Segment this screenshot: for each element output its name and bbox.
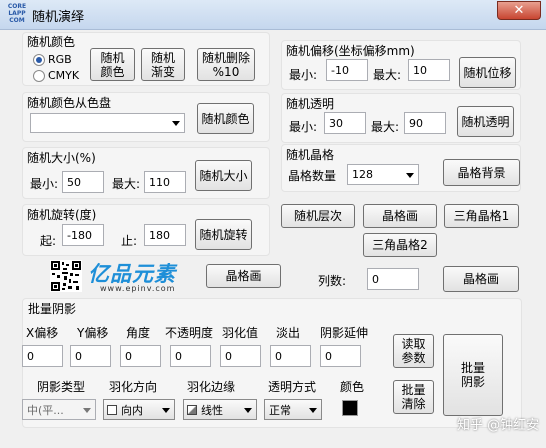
offset-min-input[interactable]: -10 [326,59,368,81]
rgb-radio[interactable] [33,54,45,66]
random-color-button[interactable]: 随机 颜色 [90,48,135,81]
grid-paint-left-button[interactable]: 晶格画 [206,264,281,288]
feather-direction-value: 向内 [121,403,143,417]
random-size-title: 随机大小(%) [27,151,96,165]
cmyk-label: CMYK [48,69,80,82]
random-size-button[interactable]: 随机大小 [195,160,252,191]
window-title: 随机演绎 [32,10,85,25]
rotate-start-label: 起: [40,234,57,248]
shadow-x-offset-input[interactable]: 0 [22,345,63,367]
batch-shadow-button[interactable]: 批量 阴影 [443,334,503,416]
watermark-text: 知乎 @钟红安 [457,418,540,433]
random-color-title: 随机颜色 [27,35,76,49]
palette-select[interactable] [30,113,185,133]
cmyk-radio[interactable] [33,70,45,82]
random-rotate-button[interactable]: 随机旋转 [195,219,252,250]
grid-count-select[interactable]: 128 [347,164,419,185]
chevron-down-icon [172,121,180,126]
shadow-y-offset-label: Y偏移 [77,326,109,340]
shadow-opacity-input[interactable]: 0 [170,345,211,367]
opacity-max-input[interactable]: 90 [404,112,446,134]
shadow-type-value: 中(平... [27,403,64,417]
rotate-end-input[interactable]: 180 [144,224,186,246]
random-opacity-title: 随机透明 [286,97,335,111]
shadow-feather-label: 羽化值 [222,326,259,340]
random-delete-button[interactable]: 随机删除 %10 [197,48,255,81]
random-opacity-button[interactable]: 随机透明 [457,106,514,137]
random-grid-title: 随机晶格 [286,148,335,162]
shadow-angle-input[interactable]: 0 [120,345,161,367]
rotate-start-input[interactable]: -180 [62,224,104,246]
chevron-down-icon [162,407,170,413]
shadow-type-label: 阴影类型 [37,380,86,394]
triangle-grid-1-button[interactable]: 三角晶格1 [444,204,519,228]
grid-paint-right-button[interactable]: 晶格画 [443,266,519,292]
shadow-opacity-label: 不透明度 [165,326,214,340]
shadow-color-swatch[interactable] [342,400,358,416]
grid-count-value: 128 [352,168,373,181]
palette-color-title: 随机颜色从色盘 [27,96,112,110]
offset-min-label: 最小: [289,68,318,82]
size-min-label: 最小: [30,177,59,191]
app-logo-icon: CORE LAPP COM [7,3,27,24]
transparency-mode-value: 正常 [269,403,291,417]
chevron-down-icon [244,407,252,413]
feather-direction-icon [107,404,117,415]
qr-code-icon [50,260,82,292]
palette-color-button[interactable]: 随机颜色 [197,103,254,134]
close-button[interactable]: ✕ [497,1,541,20]
opacity-max-label: 最大: [371,120,400,134]
feather-edge-label: 羽化边缘 [187,380,236,394]
brand-logo-url: www.epinv.com [100,284,176,293]
columns-input[interactable]: 0 [367,268,419,290]
shadow-feather-input[interactable]: 0 [220,345,261,367]
opacity-min-input[interactable]: 30 [324,112,366,134]
offset-max-input[interactable]: 10 [408,59,450,81]
grid-background-button[interactable]: 晶格背景 [443,159,520,186]
random-gradient-button[interactable]: 随机 渐变 [141,48,185,81]
size-max-label: 最大: [112,177,141,191]
random-rotate-title: 随机旋转(度) [27,208,97,222]
feather-edge-value: 线性 [201,403,223,417]
feather-edge-select[interactable]: 线性 [183,399,257,420]
title-bar: CORE LAPP COM 随机演绎 ✕ [0,0,546,30]
shadow-angle-label: 角度 [126,326,151,340]
offset-max-label: 最大: [373,68,402,82]
shadow-type-select[interactable]: 中(平... [22,399,96,420]
feather-direction-label: 羽化方向 [109,380,158,394]
batch-clear-button[interactable]: 批量 清除 [393,380,434,414]
triangle-grid-2-button[interactable]: 三角晶格2 [363,233,437,257]
shadow-fade-input[interactable]: 0 [270,345,311,367]
size-max-input[interactable]: 110 [144,171,186,193]
random-offset-title: 随机偏移(坐标偏移mm) [286,44,415,58]
shadow-fade-label: 淡出 [276,326,301,340]
read-params-button[interactable]: 读取 参数 [393,334,434,368]
rgb-label: RGB [48,53,72,66]
batch-shadow-title: 批量阴影 [28,302,77,316]
shadow-y-offset-input[interactable]: 0 [70,345,111,367]
shadow-color-label: 颜色 [340,380,365,394]
transparency-mode-select[interactable]: 正常 [264,399,322,420]
chevron-down-icon [83,407,91,413]
grid-paint-button[interactable]: 晶格画 [363,204,437,228]
grid-count-label: 晶格数量 [288,169,337,183]
random-layer-button[interactable]: 随机层次 [281,204,355,228]
columns-label: 列数: [318,274,347,288]
feather-direction-select[interactable]: 向内 [103,399,175,420]
feather-edge-icon [187,404,197,415]
chevron-down-icon [406,172,414,178]
shadow-extend-input[interactable]: 0 [320,345,361,367]
random-offset-button[interactable]: 随机位移 [459,57,516,88]
opacity-min-label: 最小: [289,120,318,134]
chevron-down-icon [309,407,317,413]
rotate-end-label: 止: [121,234,138,248]
size-min-input[interactable]: 50 [62,171,104,193]
shadow-extend-label: 阴影延伸 [320,326,369,340]
transparency-mode-label: 透明方式 [268,380,317,394]
shadow-x-offset-label: X偏移 [26,326,59,340]
